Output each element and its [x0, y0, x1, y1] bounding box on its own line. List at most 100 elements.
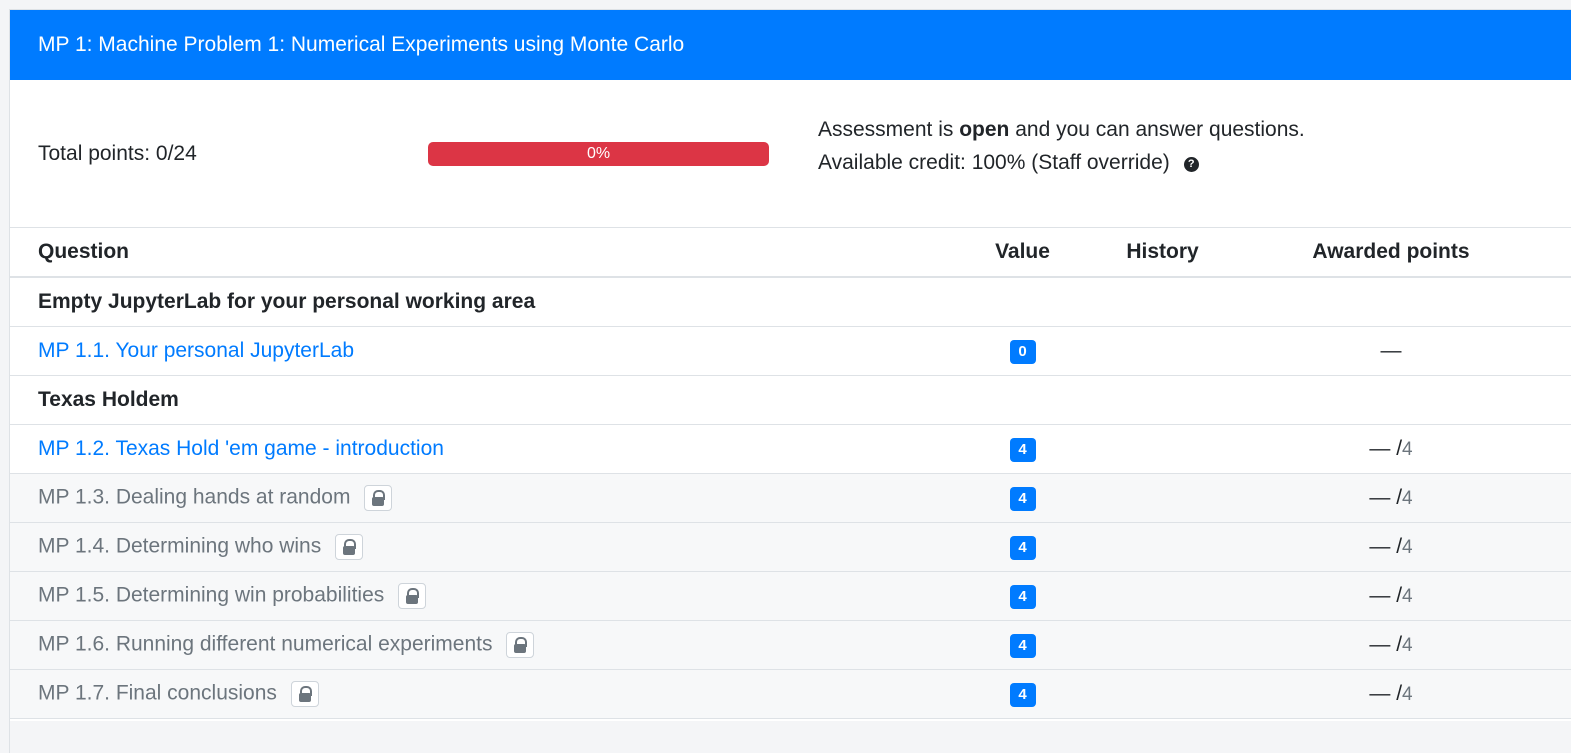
- question-cell: MP 1.5. Determining win probabilities: [10, 571, 930, 621]
- awarded-cell: — /4: [1210, 620, 1571, 670]
- awarded-cell: — /4: [1210, 571, 1571, 621]
- question-label: MP 1.5. Determining win probabilities: [38, 583, 385, 607]
- max-points: 4: [1402, 438, 1413, 460]
- table-row[interactable]: MP 1.2. Texas Hold 'em game - introducti…: [10, 424, 1571, 474]
- awarded-value: — /: [1369, 436, 1403, 460]
- question-cell: MP 1.2. Texas Hold 'em game - introducti…: [10, 424, 930, 474]
- lock-body: [343, 545, 356, 555]
- awarded-points: — /4: [1369, 584, 1412, 607]
- status-suffix: and you can answer questions.: [1009, 118, 1305, 141]
- assessment-title: MP 1: Machine Problem 1: Numerical Exper…: [38, 33, 685, 56]
- question-link[interactable]: MP 1.1. Your personal JupyterLab: [38, 339, 354, 362]
- value-cell: 4: [930, 620, 1115, 670]
- awarded-value: — /: [1369, 681, 1403, 705]
- status-state: open: [959, 118, 1010, 141]
- value-badge: 4: [1009, 682, 1036, 707]
- question-link[interactable]: MP 1.2. Texas Hold 'em game - introducti…: [38, 437, 444, 460]
- table-row: MP 1.6. Running different numerical expe…: [10, 620, 1571, 670]
- value-badge: 4: [1009, 437, 1036, 462]
- status-prefix: Assessment is: [818, 118, 960, 141]
- value-cell: 4: [930, 473, 1115, 523]
- credit-line: Available credit: 100% (Staff override)?: [818, 146, 1305, 179]
- value-cell: 0: [930, 326, 1115, 376]
- available-credit: Available credit: 100% (Staff override): [818, 151, 1170, 174]
- max-points: 4: [1402, 487, 1413, 509]
- max-points: 4: [1402, 634, 1413, 656]
- question-cell: MP 1.7. Final conclusions: [10, 669, 930, 719]
- awarded-points: — /4: [1369, 535, 1412, 558]
- awarded-value: — /: [1369, 632, 1403, 656]
- group-title: Texas Holdem: [10, 375, 1571, 425]
- total-points: Total points: 0/24: [38, 142, 197, 165]
- history-cell: [1115, 326, 1210, 376]
- lock-icon: [506, 631, 535, 658]
- question-cell: MP 1.1. Your personal JupyterLab: [10, 326, 930, 376]
- awarded-value: — /: [1369, 583, 1403, 607]
- group-title: Empty JupyterLab for your personal worki…: [10, 277, 1571, 327]
- question-cell: MP 1.6. Running different numerical expe…: [10, 620, 930, 670]
- lock-icon: [364, 484, 393, 511]
- value-badge: 4: [1009, 486, 1036, 511]
- assessment-status: Assessment is open and you can answer qu…: [818, 113, 1305, 179]
- awarded-value: —: [1380, 338, 1402, 362]
- lock-body: [514, 643, 527, 653]
- column-header-question: Question: [10, 228, 930, 278]
- lock-body: [298, 692, 311, 702]
- value-badge: 4: [1009, 535, 1036, 560]
- awarded-cell: — /4: [1210, 473, 1571, 523]
- progress-fill: 0%: [428, 142, 769, 166]
- max-points: 4: [1402, 585, 1413, 607]
- lock-icon: [398, 582, 427, 609]
- max-points: 4: [1402, 536, 1413, 558]
- assessment-card: MP 1: Machine Problem 1: Numerical Exper…: [9, 9, 1571, 753]
- awarded-points: —: [1381, 339, 1402, 362]
- question-cell: MP 1.3. Dealing hands at random: [10, 473, 930, 523]
- history-cell: [1115, 473, 1210, 523]
- column-header-value: Value: [930, 228, 1115, 278]
- column-header-history: History: [1115, 228, 1210, 278]
- history-cell: [1115, 620, 1210, 670]
- awarded-value: — /: [1369, 485, 1403, 509]
- max-points: 4: [1402, 683, 1413, 705]
- question-cell: MP 1.4. Determining who wins: [10, 522, 930, 572]
- awarded-cell: — /4: [1210, 522, 1571, 572]
- footer-strip: [10, 721, 1571, 753]
- table-row: MP 1.5. Determining win probabilities 4— …: [10, 571, 1571, 621]
- question-label: MP 1.7. Final conclusions: [38, 681, 277, 705]
- awarded-cell: —: [1210, 326, 1571, 376]
- value-cell: 4: [930, 424, 1115, 474]
- awarded-points: — /4: [1369, 437, 1412, 460]
- table-row: MP 1.7. Final conclusions 4— /4: [10, 669, 1571, 719]
- history-cell: [1115, 669, 1210, 719]
- table-row[interactable]: MP 1.1. Your personal JupyterLab 0 —: [10, 326, 1571, 376]
- status-line: Assessment is open and you can answer qu…: [818, 113, 1305, 146]
- awarded-cell: — /4: [1210, 424, 1571, 474]
- lock-body: [406, 594, 419, 604]
- lock-icon: [335, 533, 364, 560]
- value-badge: 4: [1009, 584, 1036, 609]
- question-circle-icon[interactable]: ?: [1183, 157, 1199, 172]
- awarded-value: — /: [1369, 534, 1403, 558]
- table-header-row: Question Value History Awarded points: [10, 228, 1571, 278]
- history-cell: [1115, 424, 1210, 474]
- awarded-points: — /4: [1369, 633, 1412, 656]
- column-header-awarded: Awarded points: [1210, 228, 1571, 278]
- value-cell: 4: [930, 669, 1115, 719]
- value-cell: 4: [930, 571, 1115, 621]
- assessment-summary: Total points: 0/24 0% Assessment is open…: [10, 80, 1571, 228]
- progress-label: 0%: [586, 145, 611, 162]
- lock-body: [372, 496, 385, 506]
- group-row: Texas Holdem: [10, 375, 1571, 425]
- awarded-points: — /4: [1369, 486, 1412, 509]
- page: MP 1: Machine Problem 1: Numerical Exper…: [0, 0, 1571, 753]
- assessment-header: MP 1: Machine Problem 1: Numerical Exper…: [10, 10, 1571, 80]
- awarded-points: — /4: [1369, 682, 1412, 705]
- table-row: MP 1.3. Dealing hands at random 4— /4: [10, 473, 1571, 523]
- table-row: MP 1.4. Determining who wins 4— /4: [10, 522, 1571, 572]
- history-cell: [1115, 571, 1210, 621]
- value-cell: 4: [930, 522, 1115, 572]
- questions-table-body: Empty JupyterLab for your personal worki…: [10, 277, 1571, 719]
- value-badge: 0: [1009, 339, 1036, 364]
- group-row: Empty JupyterLab for your personal worki…: [10, 277, 1571, 327]
- value-badge: 4: [1009, 633, 1036, 658]
